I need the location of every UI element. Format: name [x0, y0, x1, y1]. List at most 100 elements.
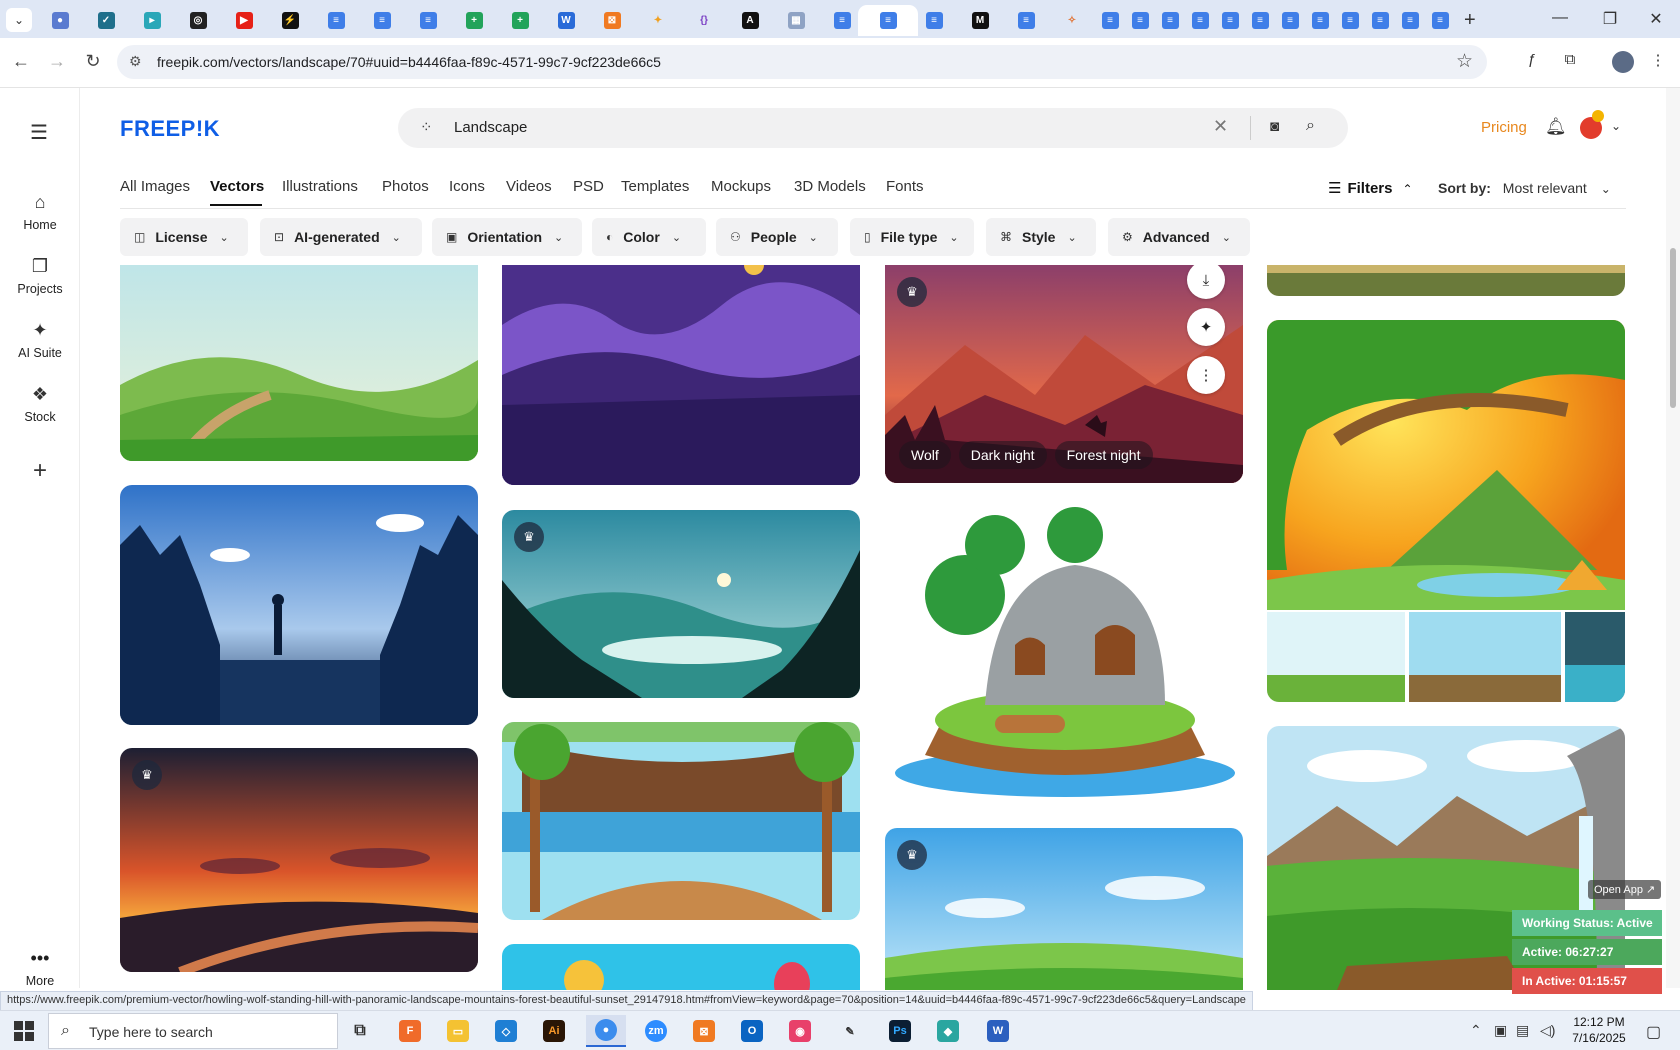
chip-people[interactable]: ⚇ People ⌄ — [716, 218, 838, 256]
browser-tab-active[interactable]: ≡ — [858, 5, 918, 36]
rail-item-stock[interactable]: ❖ Stock — [0, 384, 80, 424]
ai-edit-sparkle-icon[interactable]: ✦ — [1187, 308, 1225, 346]
tab-psd[interactable]: PSD — [573, 178, 604, 195]
reload-button[interactable]: ↻ — [82, 50, 104, 72]
search-type-icon[interactable]: ⁘ — [420, 118, 433, 136]
browser-tab[interactable]: ✓ — [84, 5, 128, 36]
page-scrollbar[interactable] — [1666, 88, 1680, 988]
hamburger-menu-icon[interactable]: ☰ — [30, 120, 48, 145]
tag-chip[interactable]: Forest night — [1054, 441, 1153, 469]
outlook-icon[interactable]: O — [732, 1015, 772, 1047]
tag-chip[interactable]: Dark night — [958, 441, 1047, 469]
tray-chevron-icon[interactable]: ⌃ — [1470, 1022, 1482, 1039]
tab-mockups[interactable]: Mockups — [711, 178, 771, 195]
site-info-icon[interactable]: ⚙ — [129, 53, 142, 70]
image-card[interactable] — [1267, 265, 1625, 296]
tab-photos[interactable]: Photos — [382, 178, 429, 195]
firefox-icon[interactable]: F — [390, 1015, 430, 1047]
image-card[interactable] — [502, 265, 860, 485]
browser-tab[interactable]: ≡ — [912, 5, 956, 36]
image-card[interactable] — [502, 722, 860, 920]
forward-button[interactable]: → — [46, 50, 68, 72]
pen-tool-icon[interactable]: ✎ — [830, 1015, 870, 1047]
browser-tab[interactable]: + — [498, 5, 542, 36]
image-card[interactable]: ♛ — [120, 748, 478, 972]
chip-style[interactable]: ⌘ Style ⌄ — [986, 218, 1096, 256]
tab-illustrations[interactable]: Illustrations — [282, 178, 358, 195]
windows-start-icon[interactable] — [14, 1021, 34, 1041]
image-card[interactable] — [885, 505, 1243, 805]
camera-search-icon[interactable]: ◙ — [1270, 118, 1279, 135]
search-input[interactable]: Landscape — [454, 119, 527, 136]
browser-tab[interactable]: ≡ — [314, 5, 358, 36]
browser-tab[interactable]: W — [544, 5, 588, 36]
browser-tab[interactable]: ● — [38, 5, 82, 36]
vscode-icon[interactable]: ◇ — [486, 1015, 526, 1047]
freepik-logo[interactable]: FREEP!K — [120, 116, 220, 142]
taskbar-clock[interactable]: 12:12 PM 7/16/2025 — [1560, 1014, 1638, 1046]
add-icon[interactable]: + — [22, 454, 58, 490]
tab-fonts[interactable]: Fonts — [886, 178, 924, 195]
notification-center-icon[interactable]: ▢ — [1646, 1022, 1661, 1042]
chip-advanced[interactable]: ⚙ Advanced ⌄ — [1108, 218, 1250, 256]
chevron-down-icon[interactable]: ⌄ — [1611, 119, 1621, 133]
tab-icons[interactable]: Icons — [449, 178, 485, 195]
minimize-button[interactable]: — — [1550, 9, 1570, 27]
word-icon[interactable]: W — [978, 1015, 1018, 1047]
puzzle-icon[interactable]: ⧉ — [1560, 51, 1580, 71]
chip-orientation[interactable]: ▣ Orientation ⌄ — [432, 218, 582, 256]
rail-item-more[interactable]: ••• More — [0, 948, 80, 988]
rail-item-projects[interactable]: ❐ Projects — [0, 256, 80, 296]
search-bar[interactable]: ⁘ Landscape ✕ ◙ ⌕ — [398, 108, 1348, 148]
rail-item-home[interactable]: ⌂ Home — [0, 192, 80, 232]
file-explorer-icon[interactable]: ▭ — [438, 1015, 478, 1047]
restore-button[interactable]: ❐ — [1600, 9, 1620, 29]
tab-search-button[interactable]: ⌄ — [6, 8, 32, 32]
browser-tab[interactable]: ⚡ — [268, 5, 312, 36]
browser-tab[interactable]: ≡ — [1418, 5, 1462, 36]
photoshop-icon[interactable]: Ps — [880, 1015, 920, 1047]
scrollbar-thumb[interactable] — [1670, 248, 1676, 408]
task-view-icon[interactable]: ⧉ — [340, 1015, 380, 1047]
notification-bell-icon[interactable]: 🔔︎ — [1545, 117, 1567, 137]
creative-cloud-icon[interactable]: ◉ — [780, 1015, 820, 1047]
browser-tab[interactable]: ≡ — [360, 5, 404, 36]
pricing-link[interactable]: Pricing — [1481, 119, 1527, 136]
browser-tab[interactable]: ▦ — [774, 5, 818, 36]
open-app-link[interactable]: Open App ↗ — [1588, 880, 1662, 899]
image-card-hovered[interactable]: ♛ ⤓ ✦ ⋮ Wolf Dark night Forest night — [885, 265, 1243, 483]
rail-item-ai-suite[interactable]: ✦ AI Suite — [0, 320, 80, 360]
browser-tab[interactable]: ▶ — [222, 5, 266, 36]
browser-tab[interactable]: ▸ — [130, 5, 174, 36]
chip-license[interactable]: ◫ License ⌄ — [120, 218, 248, 256]
filters-toggle[interactable]: ☰ Filters ⌃ — [1328, 179, 1413, 197]
browser-tab[interactable]: ⊠ — [590, 5, 634, 36]
close-window-button[interactable]: ✕ — [1646, 9, 1666, 29]
tag-chip[interactable]: Wolf — [899, 441, 951, 469]
chip-ai-generated[interactable]: ⊡ AI-generated ⌄ — [260, 218, 422, 256]
image-card[interactable] — [1267, 320, 1625, 702]
browser-tab[interactable]: A — [728, 5, 772, 36]
chip-color[interactable]: ◐ Color ⌄ — [592, 218, 706, 256]
image-card[interactable]: ♛ — [502, 510, 860, 698]
back-button[interactable]: ← — [10, 50, 32, 72]
browser-menu-icon[interactable]: ⋮ — [1648, 51, 1668, 71]
chrome-icon[interactable]: ● — [586, 1015, 626, 1047]
new-tab-button[interactable]: + — [1464, 9, 1476, 32]
image-card[interactable] — [502, 944, 860, 990]
extension-icon[interactable]: ƒ — [1522, 51, 1542, 71]
bookmark-star-icon[interactable]: ☆ — [1456, 50, 1473, 73]
network-icon[interactable]: ▤ — [1516, 1022, 1529, 1039]
image-card[interactable] — [120, 485, 478, 725]
tab-vectors[interactable]: Vectors — [210, 178, 264, 195]
xampp-icon[interactable]: ⊠ — [684, 1015, 724, 1047]
tab-3d-models[interactable]: 3D Models — [794, 178, 866, 195]
browser-tab[interactable]: ≡ — [1004, 5, 1048, 36]
image-card[interactable] — [120, 265, 478, 461]
search-icon[interactable]: ⌕ — [1306, 117, 1315, 135]
image-card[interactable]: ♛ — [885, 828, 1243, 990]
browser-tab[interactable]: M — [958, 5, 1002, 36]
browser-tab[interactable]: {} — [682, 5, 726, 36]
browser-profile-avatar[interactable] — [1612, 51, 1634, 73]
gem-app-icon[interactable]: ◆ — [928, 1015, 968, 1047]
